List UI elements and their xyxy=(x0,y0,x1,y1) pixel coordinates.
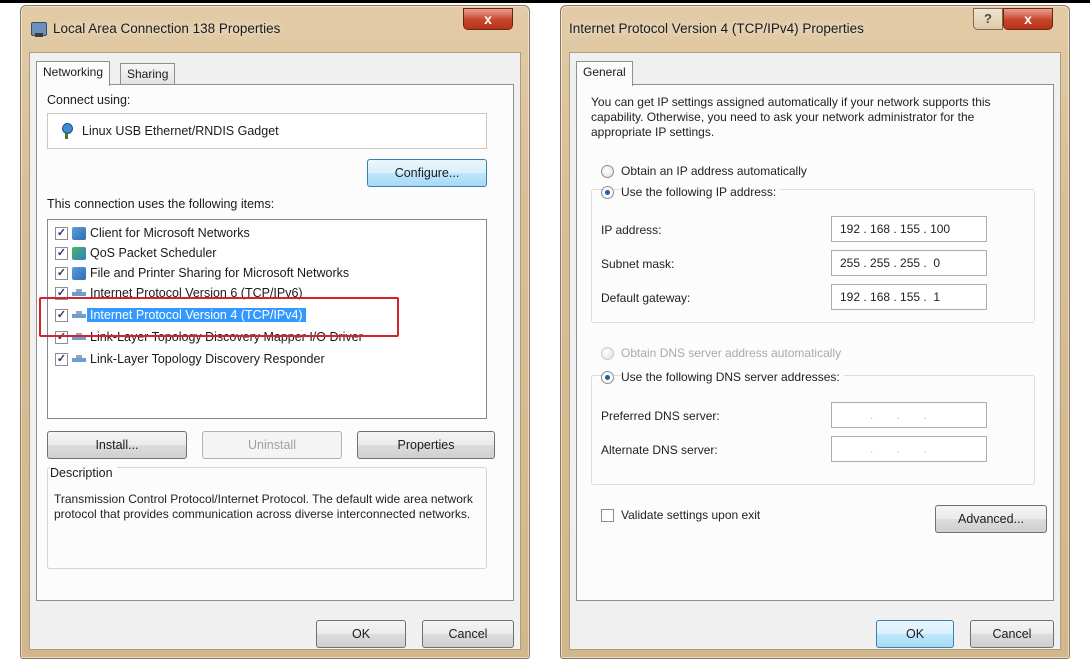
dialog-title: Internet Protocol Version 4 (TCP/IPv4) P… xyxy=(569,21,864,36)
subnet-mask-label: Subnet mask: xyxy=(601,257,675,271)
close-button[interactable]: x xyxy=(463,8,513,30)
preferred-dns-field[interactable]: . . . xyxy=(831,402,987,428)
uninstall-button[interactable]: Uninstall xyxy=(202,431,342,459)
subnet-mask-field[interactable]: 255 . 255 . 255 . 0 xyxy=(831,250,987,276)
help-button[interactable]: ? xyxy=(973,8,1003,30)
network-connection-icon xyxy=(31,22,47,37)
file-printer-sharing-icon xyxy=(72,267,86,280)
alternate-dns-field[interactable]: . . . xyxy=(831,436,987,462)
item-checkbox[interactable]: ✓ xyxy=(55,227,68,240)
default-gateway-label: Default gateway: xyxy=(601,291,691,305)
dns-server-group xyxy=(591,375,1035,485)
intro-text: You can get IP settings assigned automat… xyxy=(591,95,991,139)
cancel-button[interactable]: Cancel xyxy=(422,620,514,648)
obtain-ip-auto-label: Obtain an IP address automatically xyxy=(621,164,807,178)
close-button[interactable]: x xyxy=(1003,8,1053,30)
list-item[interactable]: ✓ Client for Microsoft Networks xyxy=(48,224,486,243)
preferred-dns-label: Preferred DNS server: xyxy=(601,409,720,423)
ok-button[interactable]: OK xyxy=(876,620,954,648)
networking-panel: Connect using: Linux USB Ethernet/RNDIS … xyxy=(36,84,514,601)
protocol-icon xyxy=(72,289,86,296)
adapter-box: Linux USB Ethernet/RNDIS Gadget xyxy=(47,113,487,149)
item-label: Link-Layer Topology Discovery Responder xyxy=(90,352,325,366)
cancel-button[interactable]: Cancel xyxy=(970,620,1054,648)
general-panel: You can get IP settings assigned automat… xyxy=(576,84,1054,601)
item-checkbox[interactable]: ✓ xyxy=(55,353,68,366)
adapter-name: Linux USB Ethernet/RNDIS Gadget xyxy=(82,124,279,138)
title-bar[interactable]: Local Area Connection 138 Properties x xyxy=(21,6,529,52)
item-label: File and Printer Sharing for Microsoft N… xyxy=(90,266,350,280)
item-label: Client for Microsoft Networks xyxy=(90,226,250,240)
dialog-client-area: Networking Sharing Connect using: Linux … xyxy=(29,52,521,650)
install-button[interactable]: Install... xyxy=(47,431,187,459)
ip-address-field[interactable]: 192 . 168 . 155 . 100 xyxy=(831,216,987,242)
description-group: Description Transmission Control Protoco… xyxy=(47,466,487,569)
item-checkbox[interactable]: ✓ xyxy=(55,267,68,280)
item-label: QoS Packet Scheduler xyxy=(90,246,217,260)
ipv4-properties-dialog: Internet Protocol Version 4 (TCP/IPv4) P… xyxy=(560,5,1070,659)
obtain-dns-auto-label: Obtain DNS server address automatically xyxy=(621,346,842,360)
description-title: Description xyxy=(50,466,117,480)
validate-checkbox[interactable] xyxy=(601,509,614,522)
item-checkbox[interactable]: ✓ xyxy=(55,247,68,260)
list-item[interactable]: ✓ QoS Packet Scheduler xyxy=(48,244,486,263)
highlight-annotation-box xyxy=(39,297,399,337)
dialog-client-area: General You can get IP settings assigned… xyxy=(569,52,1061,650)
protocol-icon xyxy=(72,355,86,362)
tab-general[interactable]: General xyxy=(576,61,633,86)
tab-networking[interactable]: Networking xyxy=(36,61,111,86)
qos-icon xyxy=(72,247,86,260)
title-bar[interactable]: Internet Protocol Version 4 (TCP/IPv4) P… xyxy=(561,6,1069,52)
advanced-button[interactable]: Advanced... xyxy=(935,505,1047,533)
configure-button[interactable]: Configure... xyxy=(367,159,487,187)
use-ip-label: Use the following IP address: xyxy=(621,185,781,199)
properties-button[interactable]: Properties xyxy=(357,431,495,459)
ok-button[interactable]: OK xyxy=(316,620,406,648)
list-item[interactable]: ✓ File and Printer Sharing for Microsoft… xyxy=(48,264,486,283)
items-label: This connection uses the following items… xyxy=(47,197,275,211)
obtain-dns-auto-radio[interactable] xyxy=(601,347,614,360)
use-ip-radio[interactable] xyxy=(601,186,614,199)
network-adapter-icon xyxy=(60,123,74,139)
default-gateway-field[interactable]: 192 . 168 . 155 . 1 xyxy=(831,284,987,310)
connection-properties-dialog: Local Area Connection 138 Properties x N… xyxy=(20,5,530,659)
description-text: Transmission Control Protocol/Internet P… xyxy=(54,492,473,521)
tab-sharing[interactable]: Sharing xyxy=(120,63,176,85)
alternate-dns-label: Alternate DNS server: xyxy=(601,443,718,457)
use-dns-radio[interactable] xyxy=(601,371,614,384)
obtain-ip-auto-radio[interactable] xyxy=(601,165,614,178)
dialog-title: Local Area Connection 138 Properties xyxy=(53,21,281,36)
top-border-line xyxy=(0,0,1090,3)
use-dns-label: Use the following DNS server addresses: xyxy=(621,370,844,384)
list-item[interactable]: ✓ Link-Layer Topology Discovery Responde… xyxy=(48,350,486,369)
ip-address-label: IP address: xyxy=(601,223,662,237)
connect-using-label: Connect using: xyxy=(47,93,131,107)
network-client-icon xyxy=(72,227,86,240)
validate-label: Validate settings upon exit xyxy=(621,508,761,522)
